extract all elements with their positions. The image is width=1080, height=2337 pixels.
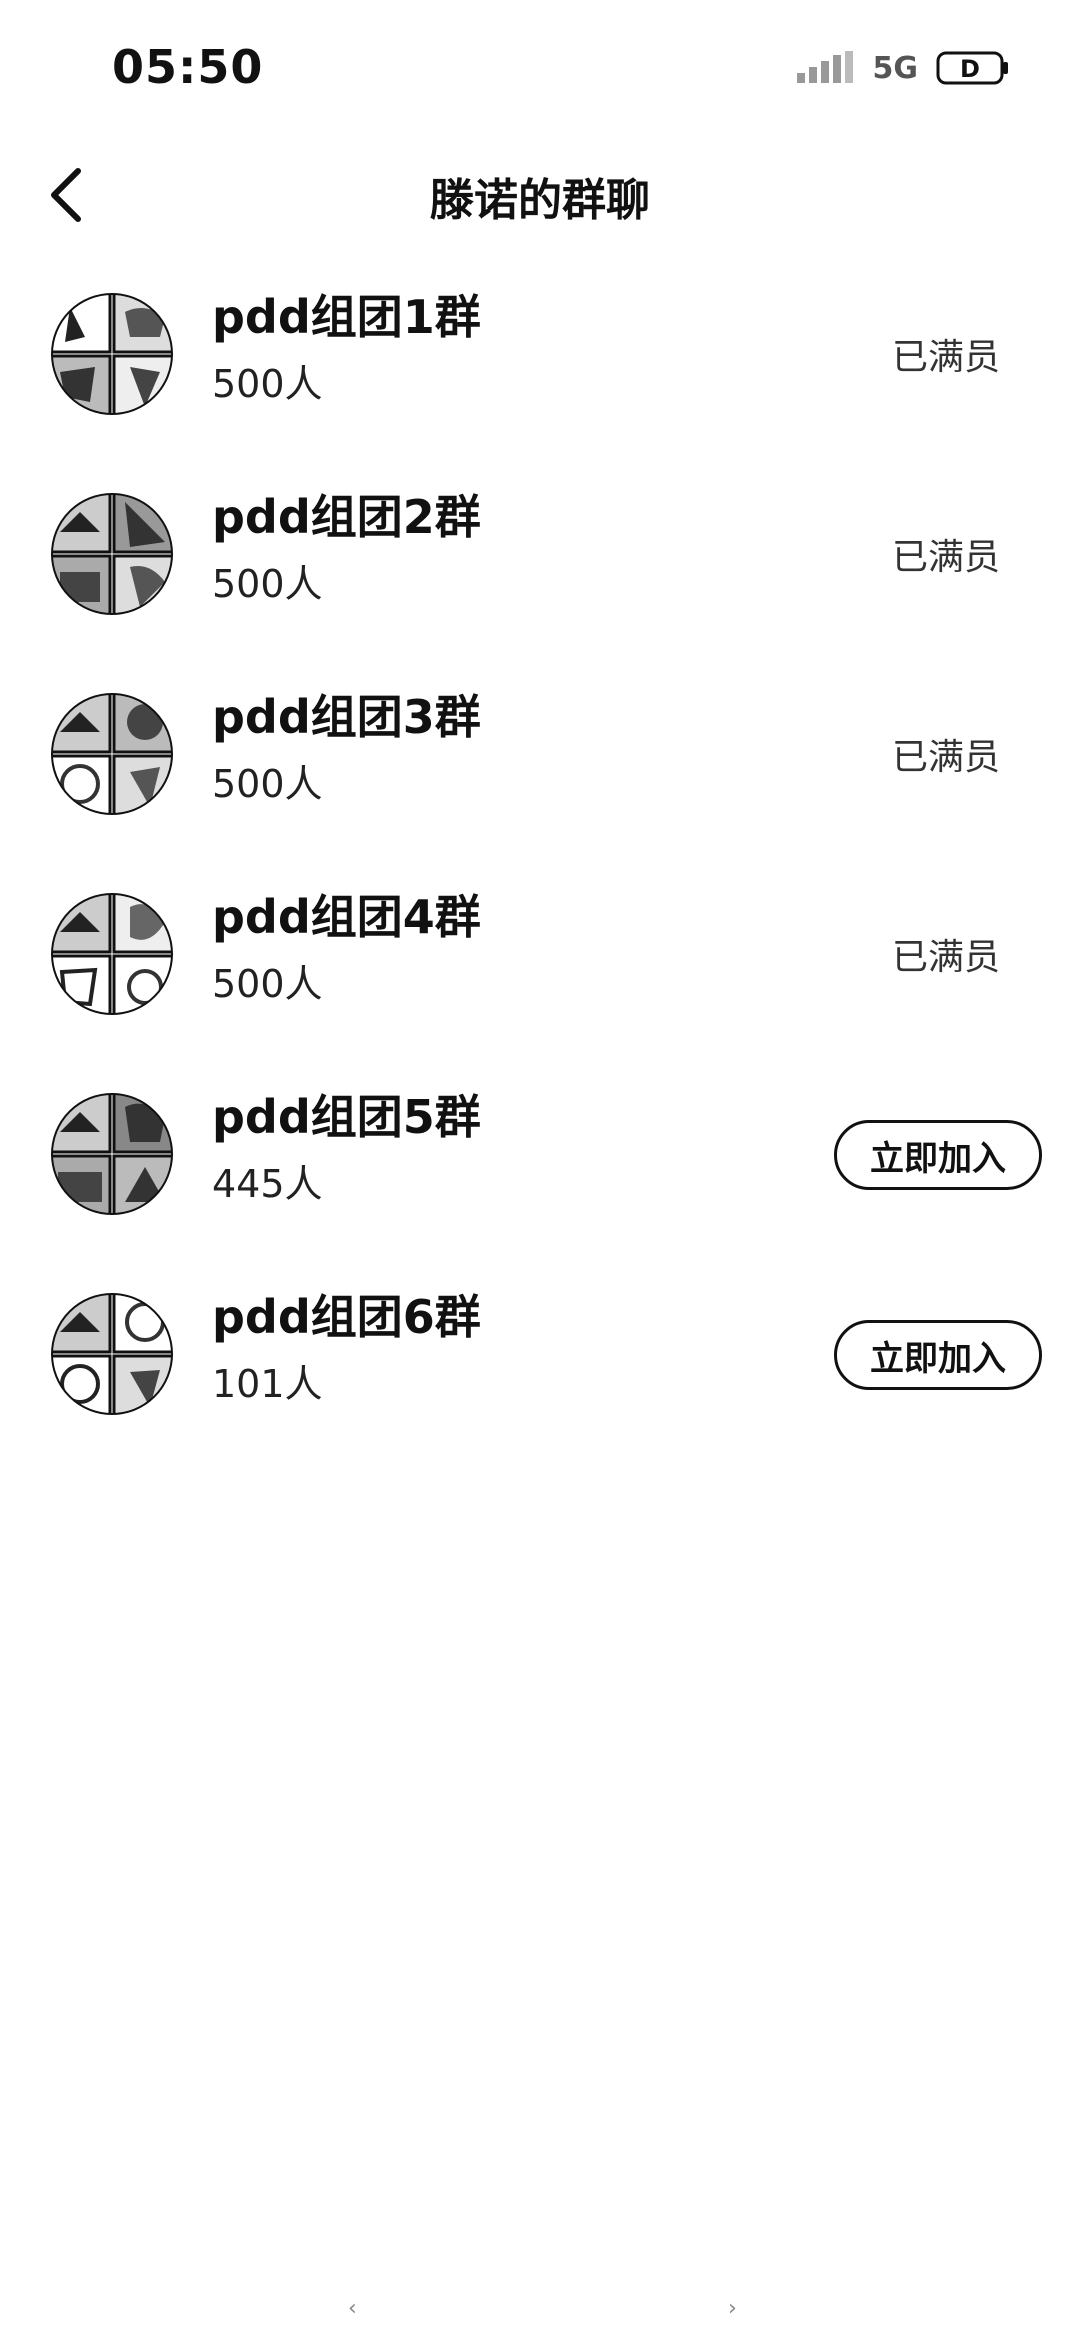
group-info: pdd组团2群 500人 [212, 490, 481, 608]
group-full-label: 已满员 [891, 337, 1000, 378]
group-avatar [51, 293, 173, 415]
group-avatar [51, 893, 173, 1015]
status-bar: 05:50 5G D [0, 0, 1080, 140]
battery-icon: D [936, 51, 1008, 85]
network-label: 5G [872, 50, 919, 86]
group-avatar [51, 693, 173, 815]
group-member-count: 101人 [212, 1362, 323, 1407]
group-info: pdd组团4群 500人 [212, 890, 481, 1008]
group-row[interactable]: pdd组团3群 500人 已满员 [0, 680, 1080, 880]
group-name: pdd组团3群 [212, 690, 481, 744]
status-time: 05:50 [112, 40, 264, 94]
group-name: pdd组团6群 [212, 1290, 481, 1344]
status-indicators: 5G D [795, 50, 1011, 86]
group-avatar [51, 493, 173, 615]
group-full-label: 已满员 [891, 737, 1000, 778]
group-info: pdd组团6群 101人 [212, 1290, 481, 1408]
group-avatar [51, 1293, 173, 1415]
header: 滕诺的群聊 [0, 140, 1080, 250]
group-full-label: 已满员 [891, 937, 1000, 978]
group-name: pdd组团2群 [212, 490, 481, 544]
group-name: pdd组团4群 [212, 890, 481, 944]
group-full-label: 已满员 [891, 537, 1000, 578]
group-info: pdd组团5群 445人 [212, 1090, 481, 1208]
group-row[interactable]: pdd组团1群 500人 已满员 [0, 280, 1080, 480]
group-member-count: 500人 [212, 562, 323, 607]
nav-back-hint[interactable]: ‹ [348, 2296, 357, 2321]
group-info: pdd组团3群 500人 [212, 690, 481, 808]
group-info: pdd组团1群 500人 [212, 290, 481, 408]
group-list: pdd组团1群 500人 已满员 pdd组团2群 500人 已满员 pdd组团3… [0, 280, 1080, 1480]
group-member-count: 500人 [212, 962, 323, 1007]
group-row[interactable]: pdd组团4群 500人 已满员 [0, 880, 1080, 1080]
battery-label: D [960, 55, 980, 83]
group-row[interactable]: pdd组团6群 101人 立即加入 [0, 1280, 1080, 1480]
signal-icon [796, 51, 853, 83]
join-group-button[interactable]: 立即加入 [834, 1320, 1042, 1390]
group-name: pdd组团1群 [212, 290, 481, 344]
group-name: pdd组团5群 [212, 1090, 481, 1144]
group-member-count: 500人 [212, 362, 323, 407]
group-row[interactable]: pdd组团2群 500人 已满员 [0, 480, 1080, 680]
group-row[interactable]: pdd组团5群 445人 立即加入 [0, 1080, 1080, 1280]
group-member-count: 445人 [212, 1162, 323, 1207]
nav-forward-hint[interactable]: › [728, 2296, 737, 2321]
page-title: 滕诺的群聊 [430, 175, 650, 226]
group-member-count: 500人 [212, 762, 323, 807]
join-group-button[interactable]: 立即加入 [834, 1120, 1042, 1190]
group-avatar [51, 1093, 173, 1215]
